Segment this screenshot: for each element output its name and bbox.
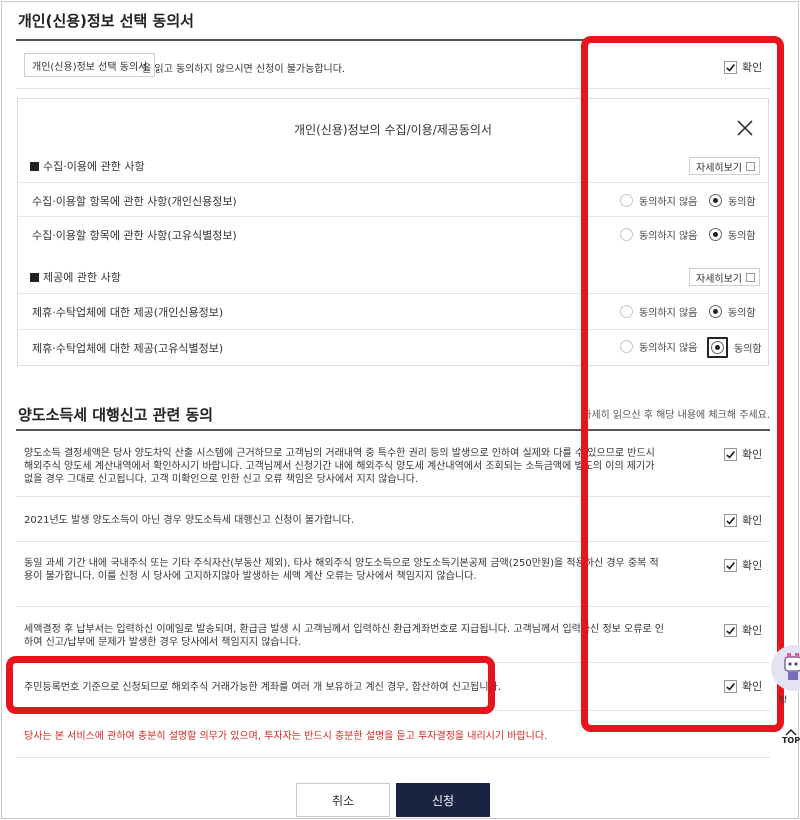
radio-selected-icon bbox=[709, 305, 722, 318]
tax-agreement-text: 동일 과세 기간 내에 국내주식 또는 기타 주식자산(부동산 제외), 타사 … bbox=[24, 558, 659, 582]
consent-document-button[interactable]: 개인(신용)정보 선택 동의서 bbox=[24, 53, 156, 77]
confirm-checkbox-tax-5[interactable]: 확인 bbox=[724, 678, 762, 694]
detail-view-button[interactable]: 자세히보기 bbox=[689, 268, 760, 286]
section-title-transfer-tax: 양도소득세 대행신고 관련 동의 bbox=[18, 406, 214, 424]
section-hint: 자세히 읽으신 후 해당 내용에 체크해 주세요. bbox=[582, 410, 770, 421]
bullet-square-icon bbox=[30, 272, 39, 282]
tax-agreement-text: 주민등록번호 기준으로 신청되므로 해외주식 거래가능한 계좌를 여러 개 보유… bbox=[24, 682, 501, 693]
apply-button[interactable]: 신청 bbox=[396, 783, 490, 817]
chatbot-avatar-icon bbox=[771, 645, 800, 691]
radio-agree[interactable]: 동의함 bbox=[709, 193, 756, 208]
cancel-button[interactable]: 취소 bbox=[296, 783, 390, 817]
checkmark-icon bbox=[724, 623, 737, 637]
radio-disagree[interactable]: 동의하지 않음 bbox=[620, 227, 697, 242]
chevron-up-icon bbox=[785, 728, 797, 736]
consent-form-title: 개인(신용)정보의 수집/이용/제공동의서 bbox=[294, 123, 492, 137]
radio-disagree[interactable]: 동의하지 않음 bbox=[620, 304, 697, 319]
consent-item-row: 제휴·수탁업체에 대한 제공(고유식별정보) 동의하지 않음 동의함 bbox=[18, 329, 768, 363]
category-collection-use: 수집·이용에 관한 사항 bbox=[30, 158, 145, 174]
radio-disagree[interactable]: 동의하지 않음 bbox=[620, 193, 697, 208]
widget-label: 탕 bbox=[779, 696, 788, 703]
consent-form-box: 개인(신용)정보의 수집/이용/제공동의서 수집·이용에 관한 사항 자세히보기… bbox=[17, 98, 769, 366]
radio-icon bbox=[620, 228, 633, 241]
divider bbox=[16, 710, 770, 711]
consent-document-note: 을 읽고 동의하지 않으시면 신청이 불가능합니다. bbox=[142, 64, 346, 75]
tax-agreement-text: 양도소득 결정세액은 당사 양도차익 산출 시스템에 근거하므로 고객님의 거래… bbox=[24, 448, 655, 485]
radio-agree[interactable]: 동의함 bbox=[709, 304, 756, 319]
bullet-square-icon bbox=[30, 161, 39, 171]
radio-icon bbox=[620, 305, 633, 318]
consent-item-row: 수집·이용할 항목에 관한 사항(개인신용정보) 동의하지 않음 동의함 bbox=[18, 182, 768, 216]
radio-agree[interactable]: 동의함 bbox=[709, 227, 756, 242]
confirm-checkbox-tax-1[interactable]: 확인 bbox=[724, 446, 762, 462]
section-divider bbox=[16, 429, 770, 431]
radio-icon bbox=[620, 194, 633, 207]
radio-icon bbox=[620, 340, 633, 353]
confirm-checkbox-tax-3[interactable]: 확인 bbox=[724, 557, 762, 573]
checkmark-icon bbox=[724, 60, 737, 74]
confirm-checkbox-tax-2[interactable]: 확인 bbox=[724, 512, 762, 528]
radio-selected-icon bbox=[709, 228, 722, 241]
close-icon[interactable] bbox=[736, 119, 754, 137]
detail-checkbox-icon bbox=[746, 272, 755, 282]
tax-agreement-text: 2021년도 발생 양도소득이 아닌 경우 양도소득세 대행신고 신청이 불가합… bbox=[24, 515, 355, 526]
checkmark-icon bbox=[724, 513, 737, 527]
scroll-top-button[interactable]: TOP bbox=[782, 728, 800, 745]
divider bbox=[16, 757, 770, 758]
divider bbox=[16, 88, 770, 89]
consent-item-row: 제휴·수탁업체에 대한 제공(개인신용정보) 동의하지 않음 동의함 bbox=[18, 293, 768, 327]
checkmark-icon bbox=[724, 558, 737, 572]
divider bbox=[16, 541, 770, 542]
divider bbox=[16, 496, 770, 497]
radio-selected-icon bbox=[709, 194, 722, 207]
category-provision: 제공에 관한 사항 bbox=[30, 269, 121, 285]
confirm-checkbox-tax-4[interactable]: 확인 bbox=[724, 622, 762, 638]
floating-chat-widget[interactable]: 탕 bbox=[771, 645, 800, 703]
checkmark-icon bbox=[724, 447, 737, 461]
section-title-personal-info: 개인(신용)정보 선택 동의서 bbox=[18, 12, 194, 30]
detail-checkbox-icon bbox=[746, 161, 755, 171]
disclaimer-text: 당사는 본 서비스에 관하여 충분히 설명할 의무가 있으며, 투자자는 반드시… bbox=[24, 731, 548, 742]
divider bbox=[16, 606, 770, 607]
detail-view-button[interactable]: 자세히보기 bbox=[689, 157, 760, 175]
tax-agreement-text: 세액결정 후 납부서는 입력하신 이메일로 발송되며, 환급금 발생 시 고객님… bbox=[24, 624, 664, 648]
consent-item-row: 수집·이용할 항목에 관한 사항(고유식별정보) 동의하지 않음 동의함 bbox=[18, 216, 768, 250]
radio-agree-focused[interactable]: 동의함 bbox=[707, 337, 762, 358]
section-divider bbox=[16, 39, 770, 41]
checkmark-icon bbox=[724, 679, 737, 693]
category-provision-row bbox=[18, 257, 768, 279]
focus-ring bbox=[707, 337, 728, 358]
confirm-checkbox-personal-info[interactable]: 확인 bbox=[724, 59, 762, 75]
radio-selected-icon bbox=[711, 341, 724, 354]
radio-disagree[interactable]: 동의하지 않음 bbox=[620, 339, 697, 354]
divider bbox=[16, 662, 770, 663]
confirm-label: 확인 bbox=[742, 61, 763, 74]
